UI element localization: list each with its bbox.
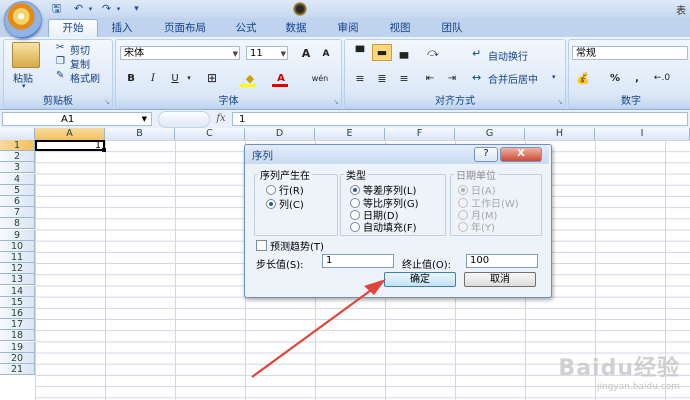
watermark-main-text: Baidu经验 [558, 356, 680, 381]
baidu-watermark: Baidu经验 jingyan.baidu.com [558, 350, 680, 392]
watermark-sub-text: jingyan.baidu.com [596, 382, 680, 392]
annotation-arrow-icon [251, 279, 386, 378]
arrow-shaft [251, 287, 375, 378]
office-button[interactable] [4, 1, 42, 39]
